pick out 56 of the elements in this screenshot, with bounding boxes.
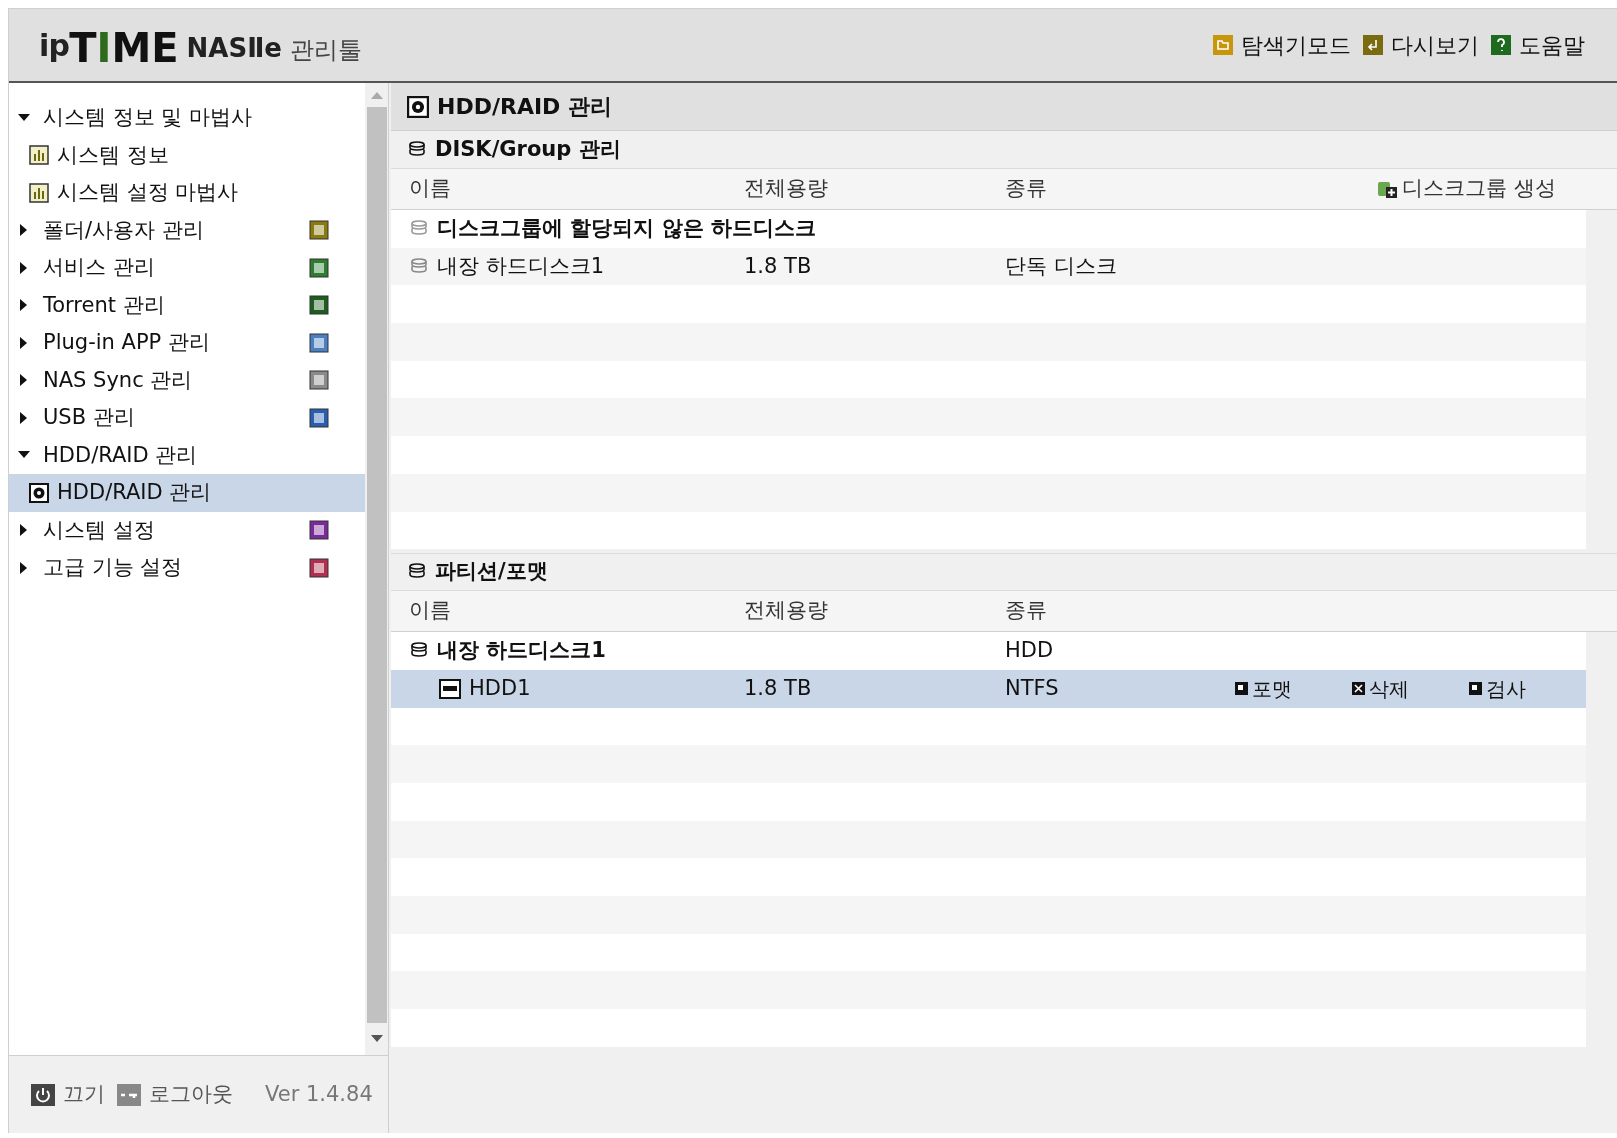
name-cell-text: 디스크그룹에 할당되지 않은 하드디스크 <box>437 215 816 243</box>
version-text: Ver 1.4.84 <box>265 1080 373 1108</box>
page-title: HDD/RAID 관리 <box>437 93 613 121</box>
column-header: 이름 <box>409 175 451 203</box>
name-cell-text: HDD1 <box>469 674 531 702</box>
column-header: 이름 <box>409 597 451 625</box>
column-header: 전체용량 <box>744 597 828 625</box>
type-cell-text: NTFS <box>1005 674 1059 702</box>
power-icon <box>31 1083 55 1106</box>
tree-item[interactable]: HDD/RAID 관리 <box>43 439 198 471</box>
section-title: DISK/Group 관리 <box>435 135 621 163</box>
tree-item[interactable]: 시스템 정보 및 마법사 <box>43 102 253 134</box>
action-link[interactable]: 포맷 <box>1235 673 1352 704</box>
name-cell-text: 내장 하드디스크1 <box>437 637 606 665</box>
tree-item[interactable]: Torrent 관리 <box>43 289 165 321</box>
header-link[interactable]: 도움말 <box>1491 28 1585 62</box>
column-header: 종류 <box>1005 175 1047 203</box>
format-icon <box>1235 682 1248 696</box>
tree-item[interactable]: 시스템 설정 <box>43 514 155 546</box>
type-cell-text: HDD <box>1005 637 1054 665</box>
header-link[interactable]: 다시보기 <box>1363 28 1479 62</box>
tree-item[interactable]: 시스템 정보 <box>9 136 366 174</box>
logout-button[interactable]: 로그아웃 <box>117 1078 233 1111</box>
size-cell-text: 1.8 TB <box>744 252 813 280</box>
delete-icon <box>1352 682 1365 696</box>
iptime-logo: ipTIME NASⅡe 관리툴 <box>39 23 362 68</box>
name-cell-text: 내장 하드디스크1 <box>437 252 605 280</box>
section-title: 파티션/포맷 <box>435 558 548 586</box>
tree-item[interactable]: 고급 기능 설정 <box>43 552 183 584</box>
action-link[interactable]: 삭제 <box>1352 673 1469 704</box>
type-cell-text: 단독 디스크 <box>1005 252 1117 280</box>
tree-item[interactable]: USB 관리 <box>43 402 135 434</box>
tree-item[interactable]: Plug-in APP 관리 <box>43 327 210 359</box>
add-disk-icon <box>1376 179 1399 199</box>
tree-item[interactable]: 서비스 관리 <box>43 252 155 284</box>
header-link[interactable]: 탐색기모드 <box>1213 28 1351 62</box>
table-row[interactable]: HDD1 1.8 TB NTFS 포맷 삭제 검사 <box>391 669 1586 708</box>
tree-item[interactable]: 폴더/사용자 관리 <box>43 214 204 246</box>
size-cell-text: 1.8 TB <box>744 674 813 702</box>
bar-chart-icon <box>29 145 49 166</box>
tree-item[interactable]: 시스템 설정 마법사 <box>9 174 366 212</box>
power-button[interactable]: 끄기 <box>31 1078 105 1111</box>
create-group-button[interactable]: 디스크그룹 생성 <box>1376 173 1556 205</box>
partition-icon <box>439 678 461 699</box>
table-row[interactable]: 내장 하드디스크1 1.8 TB 단독 디스크 <box>391 247 1586 286</box>
column-header: 전체용량 <box>744 175 828 203</box>
scroll-down-arrow-icon[interactable] <box>370 1035 383 1043</box>
column-header: 종류 <box>1005 597 1047 625</box>
inspect-icon <box>1469 682 1482 696</box>
tree-item[interactable]: NAS Sync 관리 <box>43 364 193 396</box>
table-row[interactable]: 내장 하드디스크1 HDD <box>391 632 1586 670</box>
tree-item[interactable]: HDD/RAID 관리 <box>9 474 366 512</box>
table-row[interactable]: 디스크그룹에 할당되지 않은 하드디스크 <box>391 210 1586 248</box>
bar-chart-icon <box>29 182 49 203</box>
key-icon <box>117 1083 141 1106</box>
action-link[interactable]: 검사 <box>1469 673 1586 704</box>
